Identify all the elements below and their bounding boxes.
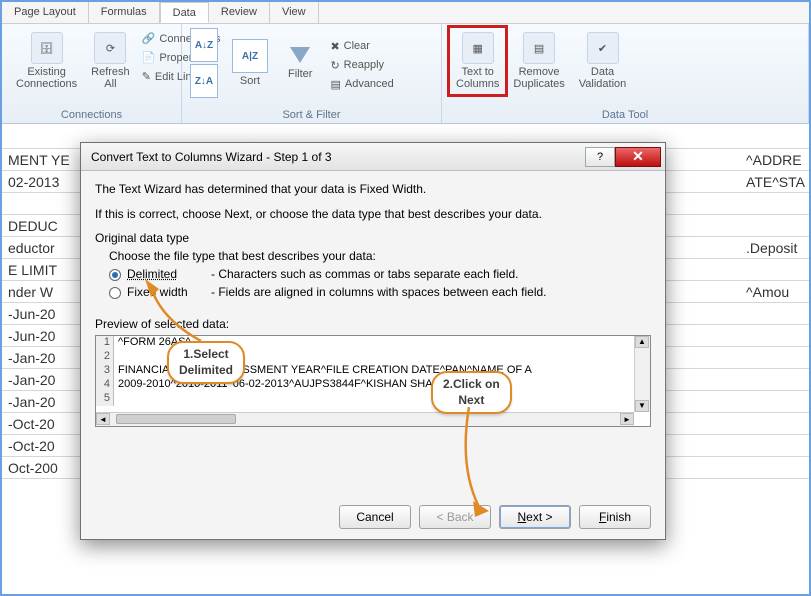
fixed-width-radio[interactable] [109,287,121,299]
text-to-columns-wizard-dialog: Convert Text to Columns Wizard - Step 1 … [80,142,666,540]
ribbon-tabs: Page Layout Formulas Data Review View [2,2,809,24]
tab-page-layout[interactable]: Page Layout [2,2,89,23]
preview-scrollbar-horizontal[interactable]: ◄ ► [96,412,634,426]
sort-icon: A|Z [232,39,268,73]
data-tools-group-label: Data Tool [450,109,800,121]
cell[interactable] [740,127,809,149]
label: Existing Connections [16,66,77,90]
wizard-intro-1: The Text Wizard has determined that your… [95,181,651,198]
fixed-width-desc: - Fields are aligned in columns with spa… [211,285,547,299]
sort-asc-icon[interactable]: A↓Z [190,28,218,62]
sort-button[interactable]: A|Z Sort [226,35,274,91]
delimited-radio[interactable] [109,269,121,281]
clear-filter-link[interactable]: ✖ Clear [326,38,397,55]
remove-duplicates-button[interactable]: ▤ Remove Duplicates [507,28,570,94]
data-validation-button[interactable]: ✔ Data Validation [573,28,633,94]
funnel-icon [290,47,310,63]
cell[interactable]: .Deposit [740,237,809,259]
cell[interactable] [740,215,809,237]
preview-scrollbar-vertical[interactable]: ▲ ▼ [634,336,650,412]
ribbon: 🗄 Existing Connections ⟳ Refresh All 🔗Co… [2,24,809,124]
existing-connections-button[interactable]: 🗄 Existing Connections [10,28,83,94]
wizard-intro-2: If this is correct, choose Next, or choo… [95,206,651,223]
label: Refresh All [91,66,130,90]
tab-data[interactable]: Data [160,2,209,23]
scroll-thumb[interactable] [116,414,236,424]
original-data-type-label: Original data type [95,231,651,245]
refresh-all-button[interactable]: ⟳ Refresh All [85,28,136,94]
advanced-link[interactable]: ▤ Advanced [326,76,397,93]
finish-button[interactable]: Finish [579,505,651,529]
next-button[interactable]: Next > [499,505,571,529]
dialog-help-button[interactable]: ? [585,147,615,167]
validation-icon: ✔ [587,32,619,64]
callout-pointer-2 [449,407,509,517]
text-to-columns-button[interactable]: ▦ Text to Columns [450,28,505,94]
dialog-title: Convert Text to Columns Wizard - Step 1 … [91,150,585,164]
dialog-close-button[interactable]: ✕ [615,147,661,167]
choose-file-type-label: Choose the file type that best describes… [109,249,651,263]
delimited-desc: - Characters such as commas or tabs sepa… [211,267,518,281]
cell[interactable] [740,193,809,215]
db-icon: 🗄 [31,32,63,64]
filter-button[interactable]: Filter [282,43,318,84]
cell[interactable] [740,259,809,281]
sort-desc-icon[interactable]: Z↓A [190,64,218,98]
refresh-icon: ⟳ [94,32,126,64]
text-to-columns-icon: ▦ [462,32,494,64]
tab-review[interactable]: Review [209,2,270,23]
tab-formulas[interactable]: Formulas [89,2,160,23]
reapply-link[interactable]: ↻ Reapply [326,57,397,74]
connections-group-label: Connections [10,109,173,121]
cell[interactable]: ^ADDRE [740,149,809,171]
sort-filter-group-label: Sort & Filter [190,109,433,121]
cancel-button[interactable]: Cancel [339,505,411,529]
cell[interactable]: ^Amou [740,281,809,303]
remove-duplicates-icon: ▤ [523,32,555,64]
callout-pointer-1 [131,279,251,349]
cell[interactable]: ATE^STA [740,171,809,193]
dialog-titlebar[interactable]: Convert Text to Columns Wizard - Step 1 … [81,143,665,171]
tab-view[interactable]: View [270,2,319,23]
